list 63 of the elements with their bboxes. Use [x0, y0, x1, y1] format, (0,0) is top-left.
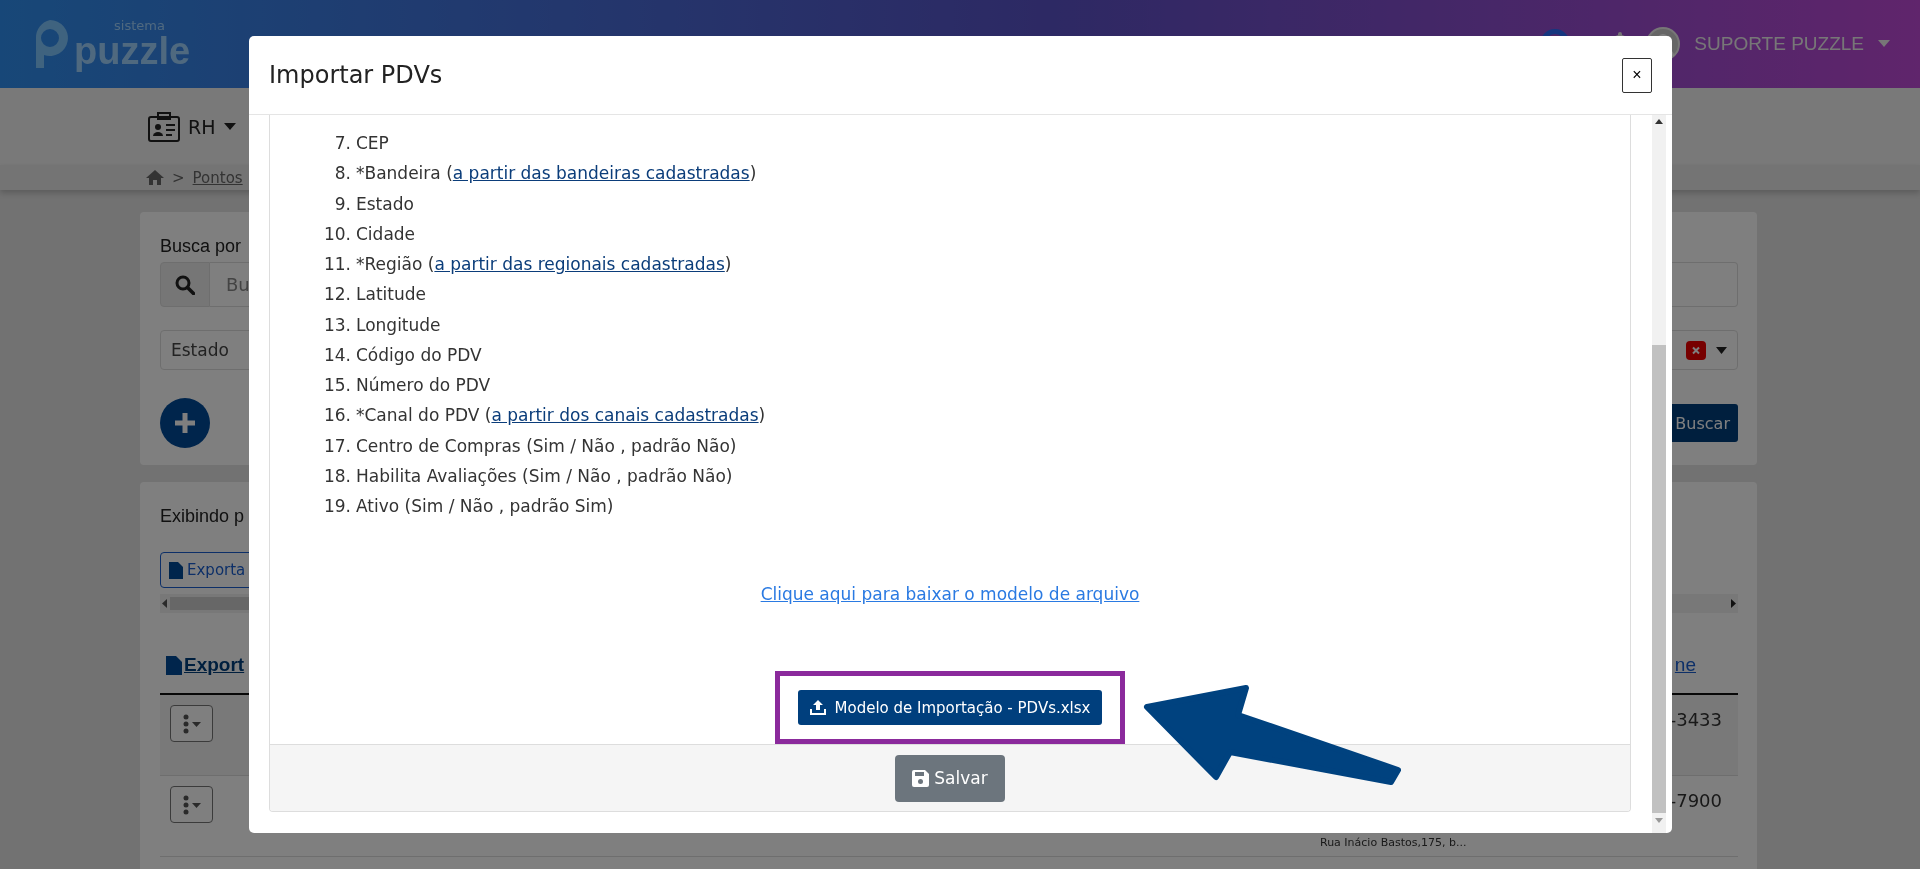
field-description: Ativo (Sim / Não , padrão Sim)	[356, 496, 614, 517]
list-number: 17.	[322, 435, 351, 456]
download-link[interactable]: Clique aqui para baixar o modelo de arquivo	[760, 579, 1140, 610]
field-description: *Região (a partir das regionais cadastradas)	[356, 254, 732, 275]
list-number: 13.	[322, 314, 351, 335]
user-menu[interactable]: SUPORTE PUZZLE	[1694, 33, 1864, 55]
kebab-icon	[181, 794, 202, 815]
list-number: 15.	[322, 375, 351, 396]
field-description: Longitude	[356, 314, 441, 335]
table-cell: Rua Inácio Bastos,175, b...	[1320, 836, 1467, 849]
save-icon	[912, 769, 930, 787]
list-number: 14.	[322, 344, 351, 365]
field-link[interactable]: a partir das bandeiras cadastradas	[452, 163, 750, 184]
id-card-icon[interactable]	[148, 111, 180, 142]
file-icon	[166, 655, 182, 675]
list-number: 12.	[322, 284, 351, 305]
field-link[interactable]: a partir dos canais cadastradas	[491, 405, 759, 426]
dialog-title: Importar PDVs	[269, 61, 443, 89]
list-number: 19.	[322, 496, 351, 517]
row-menu-button[interactable]	[170, 705, 213, 742]
field-description: Cidade	[356, 223, 416, 244]
upload-icon	[809, 700, 826, 715]
table-cell-text: -7900	[1669, 789, 1722, 813]
field-link[interactable]: a partir das regionais cadastradas	[434, 254, 725, 275]
field-description: *Canal do PDV (a partir dos canais cadastradas)	[356, 405, 766, 426]
search-label: Busca por	[160, 235, 242, 258]
field-description: Centro de Compras (Sim / Não , padrão Não)	[356, 435, 737, 456]
search-addon[interactable]	[160, 262, 210, 307]
list-number: 16.	[322, 405, 351, 426]
field-description: Habilita Avaliações (Sim / Não , padrão Não)	[356, 465, 733, 486]
caret-icon[interactable]	[1716, 346, 1727, 354]
list-number: 11.	[322, 254, 351, 275]
caret-icon[interactable]	[1878, 40, 1890, 48]
clear-icon[interactable]	[1686, 340, 1706, 360]
field-description: *Bandeira (a partir das bandeiras cadastradas)	[356, 163, 757, 184]
field-description: Código do PDV	[356, 344, 482, 365]
breadcrumb-link[interactable]: Pontos	[192, 168, 243, 187]
kebab-icon	[181, 713, 202, 734]
list-number: 8.	[333, 163, 351, 184]
add-button[interactable]	[160, 398, 210, 448]
column-header-link[interactable]: ne	[1674, 654, 1696, 676]
nav-menu[interactable]: RH	[188, 115, 216, 138]
field-description: Estado	[356, 193, 414, 214]
list-number: 10.	[322, 223, 351, 244]
breadcrumb-separator: >	[172, 168, 185, 187]
row-menu-button[interactable]	[170, 786, 213, 823]
home-icon[interactable]	[146, 170, 164, 185]
search-icon	[175, 274, 195, 295]
export-link[interactable]: Export	[160, 654, 245, 676]
list-number: 9.	[333, 193, 351, 214]
list-number: 18.	[322, 465, 351, 486]
field-description: Número do PDV	[356, 375, 491, 396]
caret-icon[interactable]	[223, 122, 236, 131]
save-button[interactable]: Salvar	[895, 754, 1005, 802]
file-icon	[169, 561, 183, 579]
field-description: Latitude	[356, 284, 426, 305]
file-button[interactable]: Modelo de Importação - PDVs.xlsx	[797, 690, 1103, 725]
close-button[interactable]: ×	[1622, 57, 1652, 93]
vertical-scrollbar[interactable]	[1652, 115, 1666, 833]
list-number: 7.	[333, 133, 351, 154]
table-cell-text: -3433	[1669, 708, 1722, 732]
field-description: CEP	[356, 133, 389, 154]
results-summary: Exibindo p	[160, 505, 245, 528]
